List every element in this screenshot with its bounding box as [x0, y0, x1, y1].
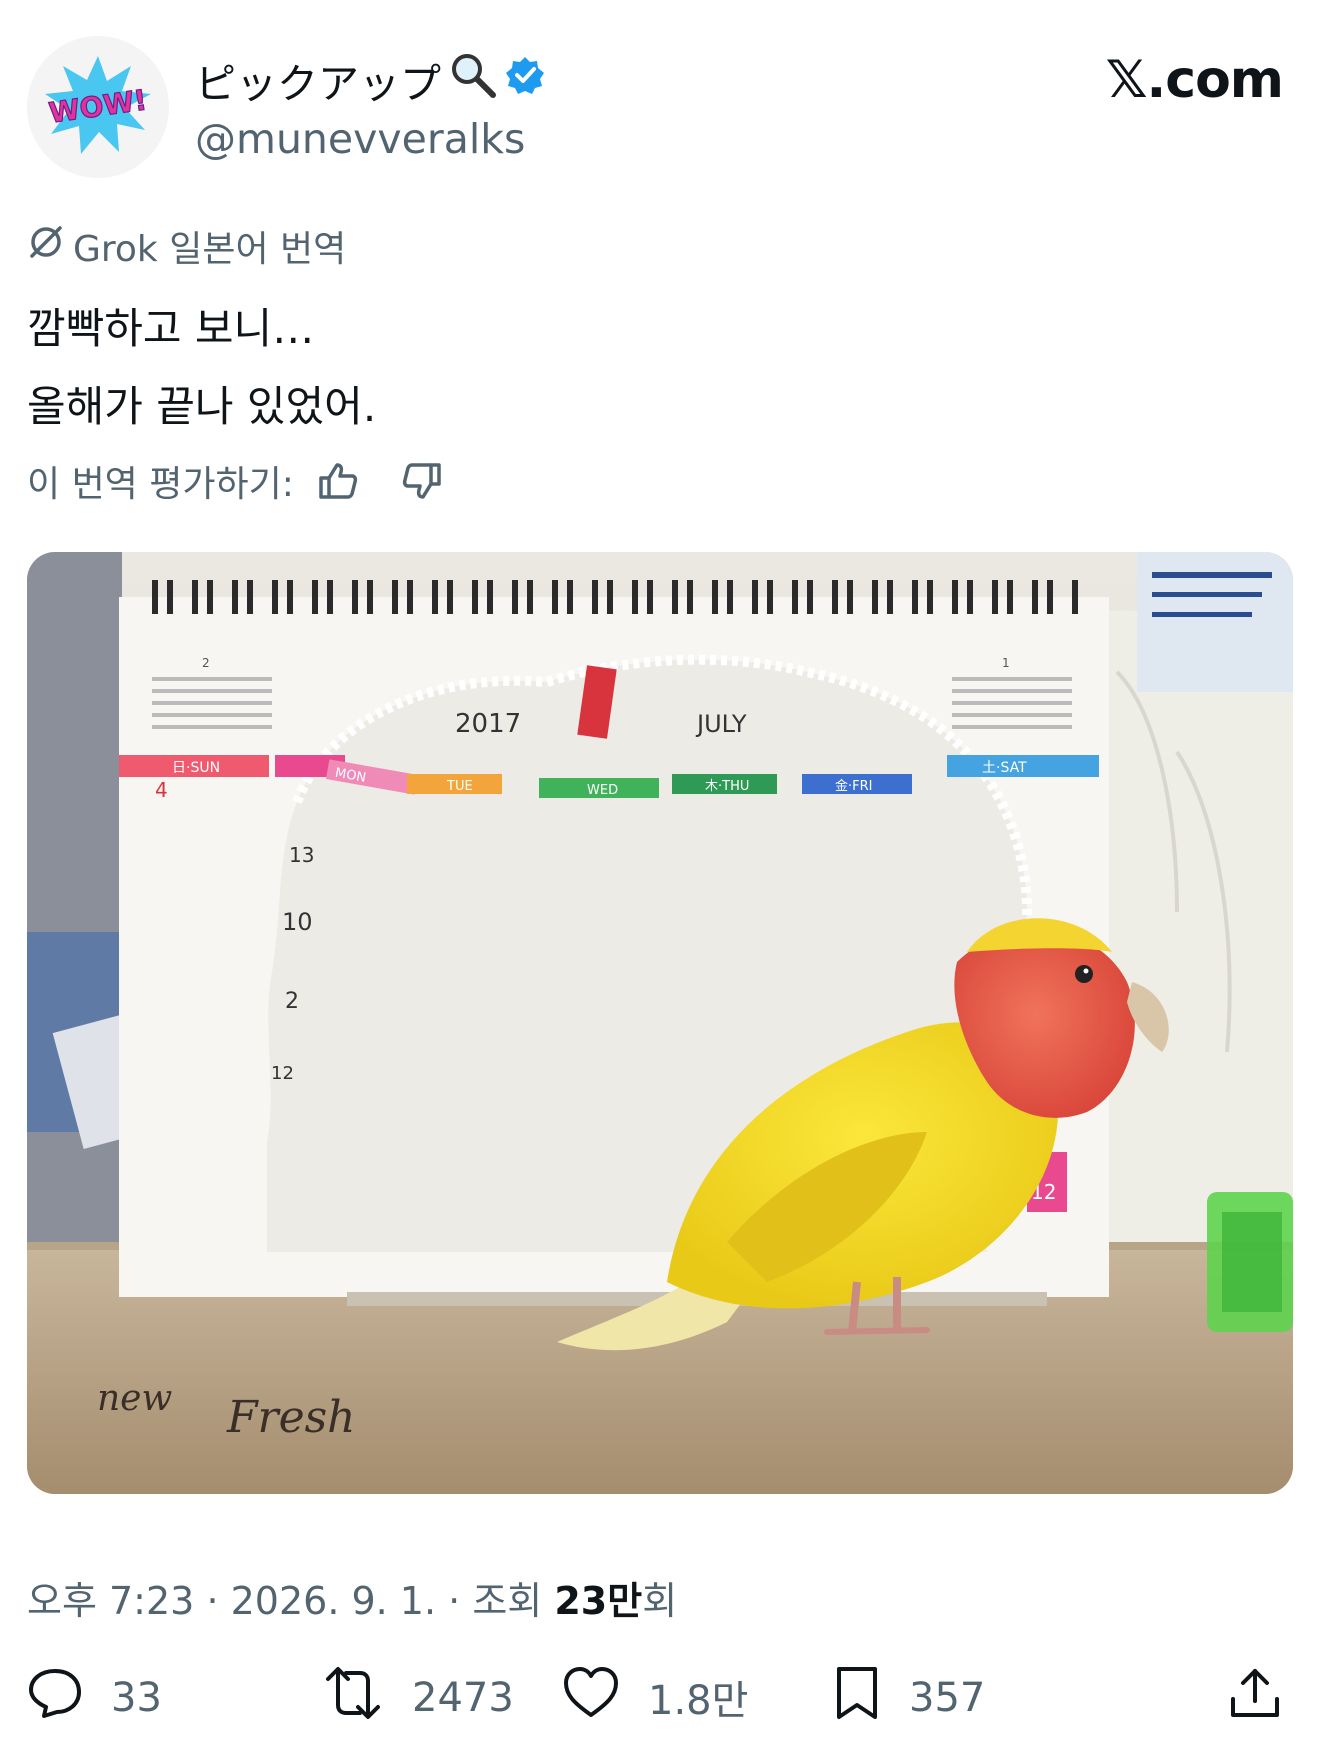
reply-button[interactable]: 33 — [27, 1665, 162, 1731]
display-name[interactable]: ピックアップ — [195, 50, 545, 110]
reply-count: 33 — [111, 1675, 162, 1721]
grok-icon — [27, 223, 65, 270]
like-count: 1.8만 — [648, 1678, 749, 1724]
year-label: 2017 — [455, 709, 521, 739]
bookmark-button[interactable]: 357 — [833, 1665, 985, 1731]
handwriting-new: new — [97, 1378, 172, 1419]
svg-text:2: 2 — [202, 656, 210, 670]
thumbs-up-icon[interactable] — [316, 459, 360, 503]
svg-text:10: 10 — [282, 908, 313, 936]
share-icon — [1227, 1665, 1283, 1731]
svg-text:13: 13 — [289, 843, 314, 867]
heart-icon — [562, 1665, 620, 1729]
repost-icon — [322, 1665, 384, 1731]
user-handle[interactable]: @munevveralks — [195, 115, 525, 163]
meta-separator: · — [206, 1579, 231, 1623]
tweet-time[interactable]: 오후 7:23 — [27, 1579, 194, 1623]
reply-icon — [27, 1665, 83, 1731]
svg-text:TUE: TUE — [446, 779, 473, 794]
svg-text:日·SUN: 日·SUN — [172, 760, 220, 776]
display-name-text: ピックアップ — [195, 60, 441, 108]
views-prefix: 조회 — [472, 1579, 543, 1623]
bookmark-icon — [833, 1665, 881, 1731]
tweet-text-line-2: 올해가 끝나 있었어. — [27, 382, 377, 431]
svg-text:4: 4 — [155, 778, 168, 802]
svg-text:土·SAT: 土·SAT — [982, 760, 1027, 776]
share-button[interactable] — [1227, 1665, 1283, 1731]
tweet-meta: 오후 7:23 · 2026. 9. 1. · 조회 23만회 — [27, 1570, 677, 1625]
x-com-logo: 𝕏.com — [1105, 50, 1284, 110]
verified-badge-icon — [505, 55, 545, 105]
handwriting-fresh: Fresh — [226, 1392, 356, 1443]
tweet-header: WOW! ピックアップ @munevveralks 𝕏.com — [27, 36, 1293, 178]
like-button[interactable]: 1.8만 — [562, 1665, 748, 1729]
repost-button[interactable]: 2473 — [322, 1665, 514, 1731]
translation-label: Grok 일본어 번역 — [27, 220, 346, 272]
svg-text:金·FRI: 金·FRI — [835, 778, 872, 794]
magnifier-icon — [449, 51, 497, 109]
avatar[interactable]: WOW! — [27, 36, 169, 178]
lovebird-calendar-photo: 2 1 日·SUN MON TUE WED 木·THU 金·FRI 土·SAT … — [27, 552, 1293, 1494]
wow-avatar-icon: WOW! — [27, 36, 169, 178]
translation-label-text: Grok 일본어 번역 — [73, 229, 347, 270]
month-label: JULY — [695, 710, 747, 738]
rate-translation-label: 이 번역 평가하기: — [27, 464, 294, 505]
rate-translation: 이 번역 평가하기: — [27, 455, 444, 507]
bookmark-count: 357 — [909, 1675, 986, 1721]
tweet-text-line-1: 깜빡하고 보니… — [27, 304, 315, 353]
svg-text:2: 2 — [285, 989, 299, 1014]
views-count: 23만 — [554, 1579, 643, 1623]
tweet-media-image[interactable]: 2 1 日·SUN MON TUE WED 木·THU 金·FRI 土·SAT … — [27, 552, 1293, 1494]
svg-text:WED: WED — [587, 783, 618, 798]
tweet-date[interactable]: 2026. 9. 1. — [231, 1579, 436, 1623]
svg-text:木·THU: 木·THU — [705, 779, 749, 794]
meta-separator: · — [448, 1579, 473, 1623]
tweet-actions: 33 2473 1.8만 357 — [27, 1665, 1293, 1735]
thumbs-down-icon[interactable] — [400, 459, 444, 503]
svg-text:1: 1 — [1002, 656, 1010, 670]
svg-text:12: 12 — [271, 1063, 294, 1084]
views-suffix: 회 — [642, 1579, 678, 1623]
repost-count: 2473 — [412, 1675, 514, 1721]
